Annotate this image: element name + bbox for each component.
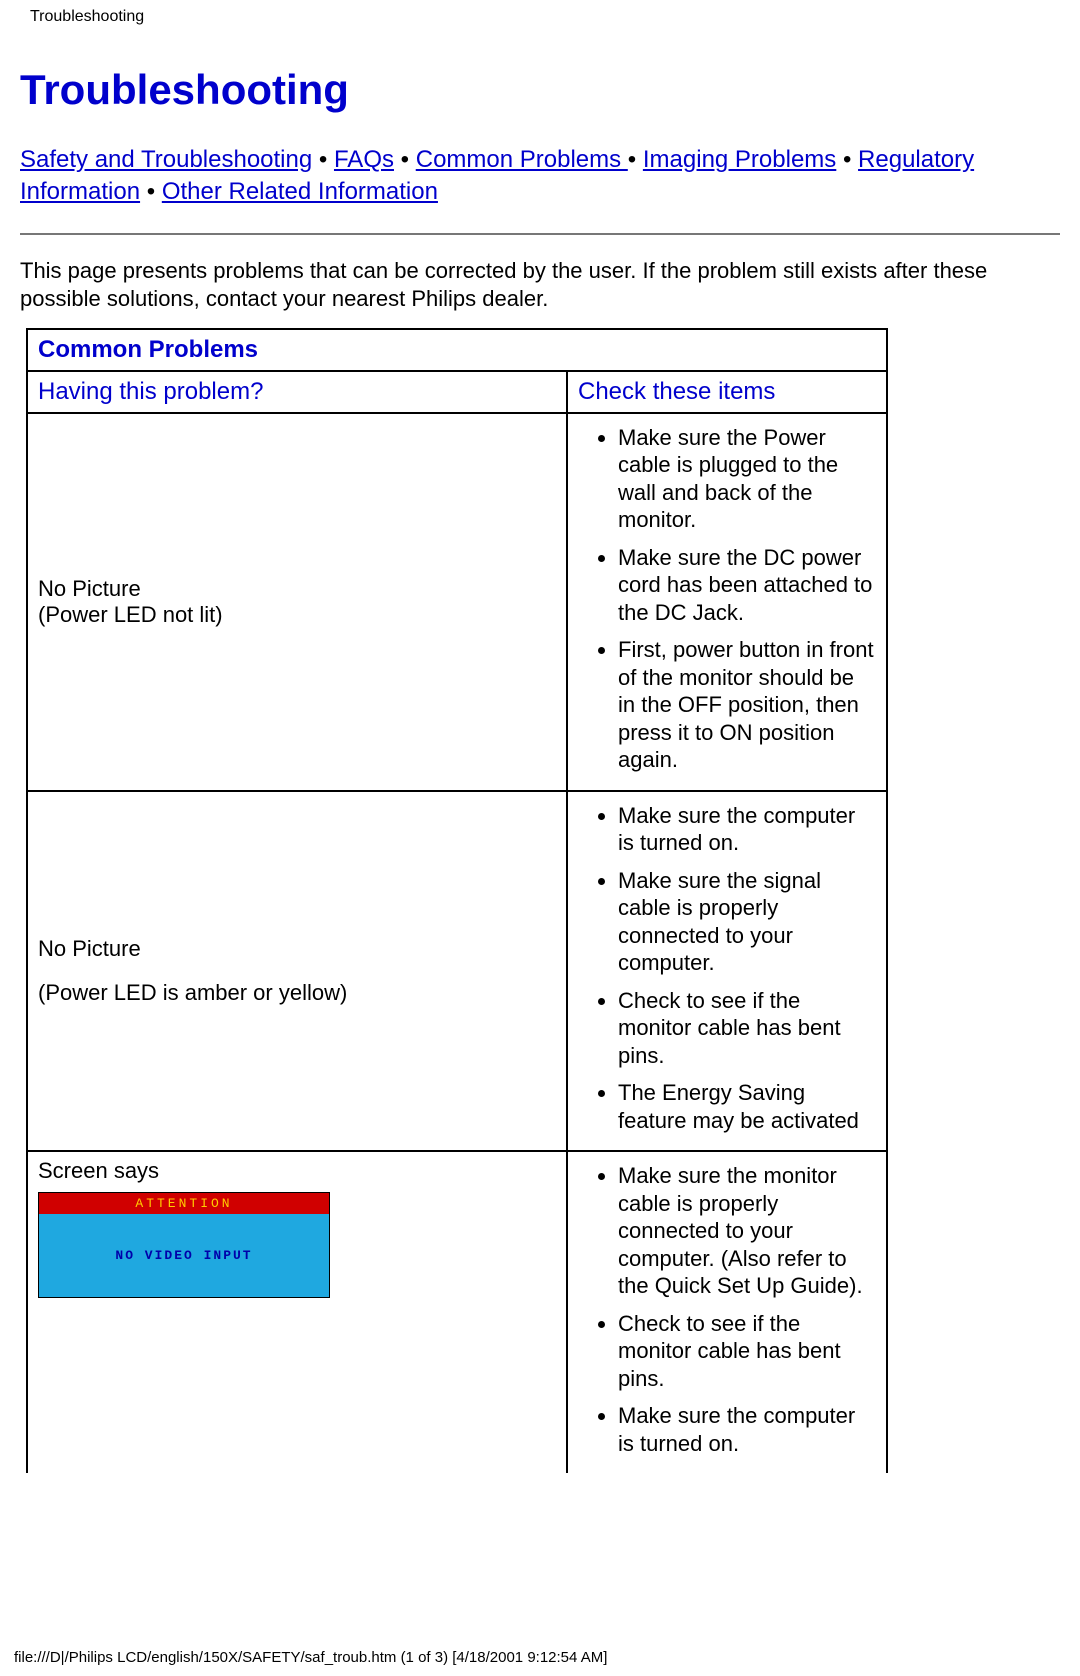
problem-line: No Picture: [38, 936, 556, 962]
problem-cell: No Picture (Power LED not lit): [27, 413, 567, 791]
link-other-related-information[interactable]: Other Related Information: [162, 178, 438, 205]
check-item: Make sure the DC power cord has been att…: [618, 544, 876, 627]
check-item: First, power button in front of the moni…: [618, 636, 876, 774]
problem-line: (Power LED is amber or yellow): [38, 980, 556, 1006]
check-item: Check to see if the monitor cable has be…: [618, 1310, 876, 1393]
problem-line: No Picture: [38, 576, 556, 602]
problem-cell: No Picture (Power LED is amber or yellow…: [27, 791, 567, 1152]
problem-cell: Screen says ATTENTION NO VIDEO INPUT: [27, 1151, 567, 1473]
check-cell: Make sure the monitor cable is properly …: [567, 1151, 887, 1473]
check-item: Make sure the signal cable is properly c…: [618, 867, 876, 977]
column-header-problem: Having this problem?: [27, 371, 567, 413]
problem-line: (Power LED not lit): [38, 602, 556, 628]
link-safety[interactable]: Safety and Troubleshooting: [20, 146, 312, 173]
check-item: Check to see if the monitor cable has be…: [618, 987, 876, 1070]
divider: [20, 233, 1060, 235]
check-item: Make sure the computer is turned on.: [618, 802, 876, 857]
common-problems-table: Common Problems Having this problem? Che…: [26, 328, 888, 1474]
link-imaging-problems[interactable]: Imaging Problems: [643, 146, 836, 173]
section-title: Common Problems: [38, 336, 258, 363]
check-cell: Make sure the computer is turned on. Mak…: [567, 791, 887, 1152]
check-cell: Make sure the Power cable is plugged to …: [567, 413, 887, 791]
check-item: Make sure the Power cable is plugged to …: [618, 424, 876, 534]
table-row: No Picture (Power LED not lit) Make sure…: [27, 413, 887, 791]
breadcrumb-nav: Safety and Troubleshooting • FAQs • Comm…: [20, 144, 1060, 209]
nav-sep: •: [394, 146, 416, 173]
footer-path: file:///D|/Philips LCD/english/150X/SAFE…: [0, 1643, 1080, 1676]
page-header-title: Troubleshooting: [0, 0, 1080, 26]
intro-text: This page presents problems that can be …: [20, 257, 1060, 314]
check-item: Make sure the monitor cable is properly …: [618, 1162, 876, 1300]
check-item: The Energy Saving feature may be activat…: [618, 1079, 876, 1134]
column-header-check: Check these items: [567, 371, 887, 413]
nav-sep: •: [312, 146, 334, 173]
link-faqs[interactable]: FAQs: [334, 146, 394, 173]
attention-body: NO VIDEO INPUT: [39, 1214, 329, 1297]
nav-sep: •: [836, 146, 858, 173]
table-row: Screen says ATTENTION NO VIDEO INPUT Mak…: [27, 1151, 887, 1473]
table-row: No Picture (Power LED is amber or yellow…: [27, 791, 887, 1152]
page-title: Troubleshooting: [20, 66, 1060, 114]
nav-sep: •: [140, 178, 162, 205]
nav-sep: •: [628, 146, 643, 173]
attention-box: ATTENTION NO VIDEO INPUT: [38, 1192, 330, 1298]
link-common-problems[interactable]: Common Problems: [416, 146, 628, 173]
section-title-cell: Common Problems: [27, 329, 887, 371]
attention-head: ATTENTION: [39, 1193, 329, 1214]
check-item: Make sure the computer is turned on.: [618, 1402, 876, 1457]
problem-line: Screen says: [38, 1158, 556, 1184]
